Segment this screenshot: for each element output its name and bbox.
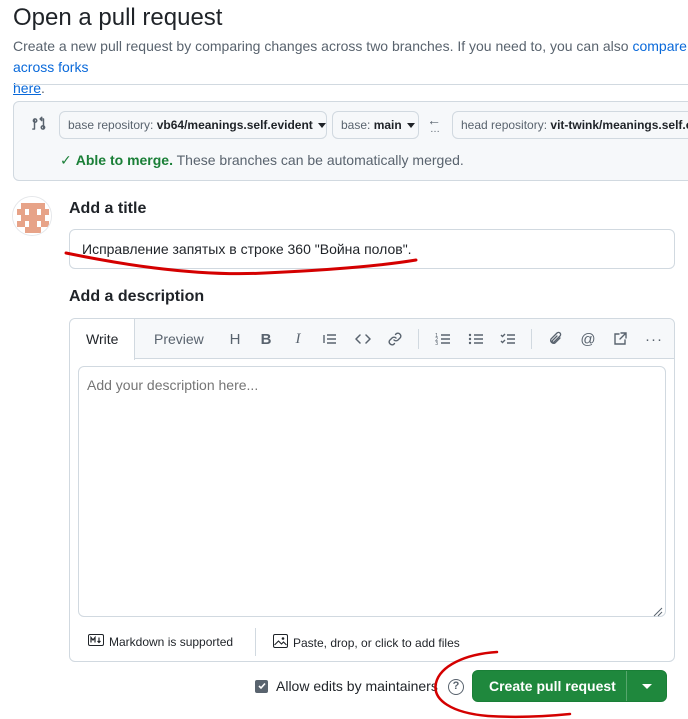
compare-arrows-icon <box>30 115 48 133</box>
unordered-list-icon[interactable] <box>466 329 486 349</box>
allow-edits-checkbox[interactable]: Allow edits by maintainers <box>255 678 438 694</box>
divider <box>13 84 688 85</box>
toolbar-separator <box>418 329 419 349</box>
heading-icon[interactable]: H <box>225 329 245 349</box>
svg-text:3: 3 <box>435 341 438 347</box>
description-label: Add a description <box>69 288 205 305</box>
subtitle-end: . <box>41 80 45 96</box>
mention-icon[interactable]: @ <box>578 329 598 349</box>
italic-icon[interactable]: I <box>288 329 308 349</box>
editor-toolbar: Write Preview H B I 123 @ ··· <box>70 319 674 360</box>
task-list-icon[interactable] <box>498 329 518 349</box>
dropdown-caret-icon[interactable] <box>642 684 652 689</box>
create-pull-request-button[interactable]: Create pull request <box>472 670 667 702</box>
resize-grip-icon[interactable] <box>653 604 663 617</box>
ordered-list-icon[interactable]: 123 <box>433 329 453 349</box>
head-repository-select[interactable]: head repository: vit-twink/meanings.self… <box>452 111 688 139</box>
chevron-down-icon <box>406 123 415 129</box>
title-label: Add a title <box>69 200 147 217</box>
merge-status: ✓ Able to merge. These branches can be au… <box>60 152 464 168</box>
subtitle-text: Create a new pull request by comparing c… <box>13 38 633 54</box>
description-input[interactable] <box>78 366 666 617</box>
tab-write[interactable]: Write <box>70 319 136 360</box>
quote-icon[interactable] <box>320 329 340 349</box>
ellipsis-icon: … <box>430 124 441 135</box>
page-title: Open a pull request <box>13 4 223 31</box>
editor-footer: Markdown is supported Paste, drop, or cl… <box>70 624 674 662</box>
help-icon[interactable]: ? <box>448 679 464 695</box>
check-icon: ✓ <box>60 152 72 168</box>
link-icon[interactable] <box>385 329 405 349</box>
chevron-down-icon <box>317 123 326 129</box>
toolbar-separator <box>531 329 532 349</box>
tab-preview[interactable]: Preview <box>154 319 204 359</box>
here-link[interactable]: here <box>13 80 41 96</box>
image-icon <box>273 634 288 651</box>
more-options-icon[interactable]: ··· <box>644 329 664 349</box>
attach-files[interactable]: Paste, drop, or click to add files <box>273 634 460 651</box>
paperclip-icon[interactable] <box>546 329 566 349</box>
compare-box: base repository: vb64/meanings.self.evid… <box>13 101 688 181</box>
base-repository-select[interactable]: base repository: vb64/meanings.self.evid… <box>59 111 327 139</box>
code-icon[interactable] <box>353 329 373 349</box>
markdown-support[interactable]: Markdown is supported <box>88 634 233 649</box>
description-editor: Write Preview H B I 123 @ ··· Add your d… <box>69 318 675 662</box>
checkbox-checked-icon[interactable] <box>255 679 268 693</box>
markdown-icon <box>88 634 104 649</box>
page-subtitle: Create a new pull request by comparing c… <box>13 36 688 99</box>
footer-divider <box>255 628 256 656</box>
bold-icon[interactable]: B <box>256 329 276 349</box>
base-branch-select[interactable]: base: main <box>332 111 419 139</box>
avatar <box>12 196 52 236</box>
title-input[interactable] <box>69 229 675 269</box>
cross-reference-icon[interactable] <box>610 329 630 349</box>
